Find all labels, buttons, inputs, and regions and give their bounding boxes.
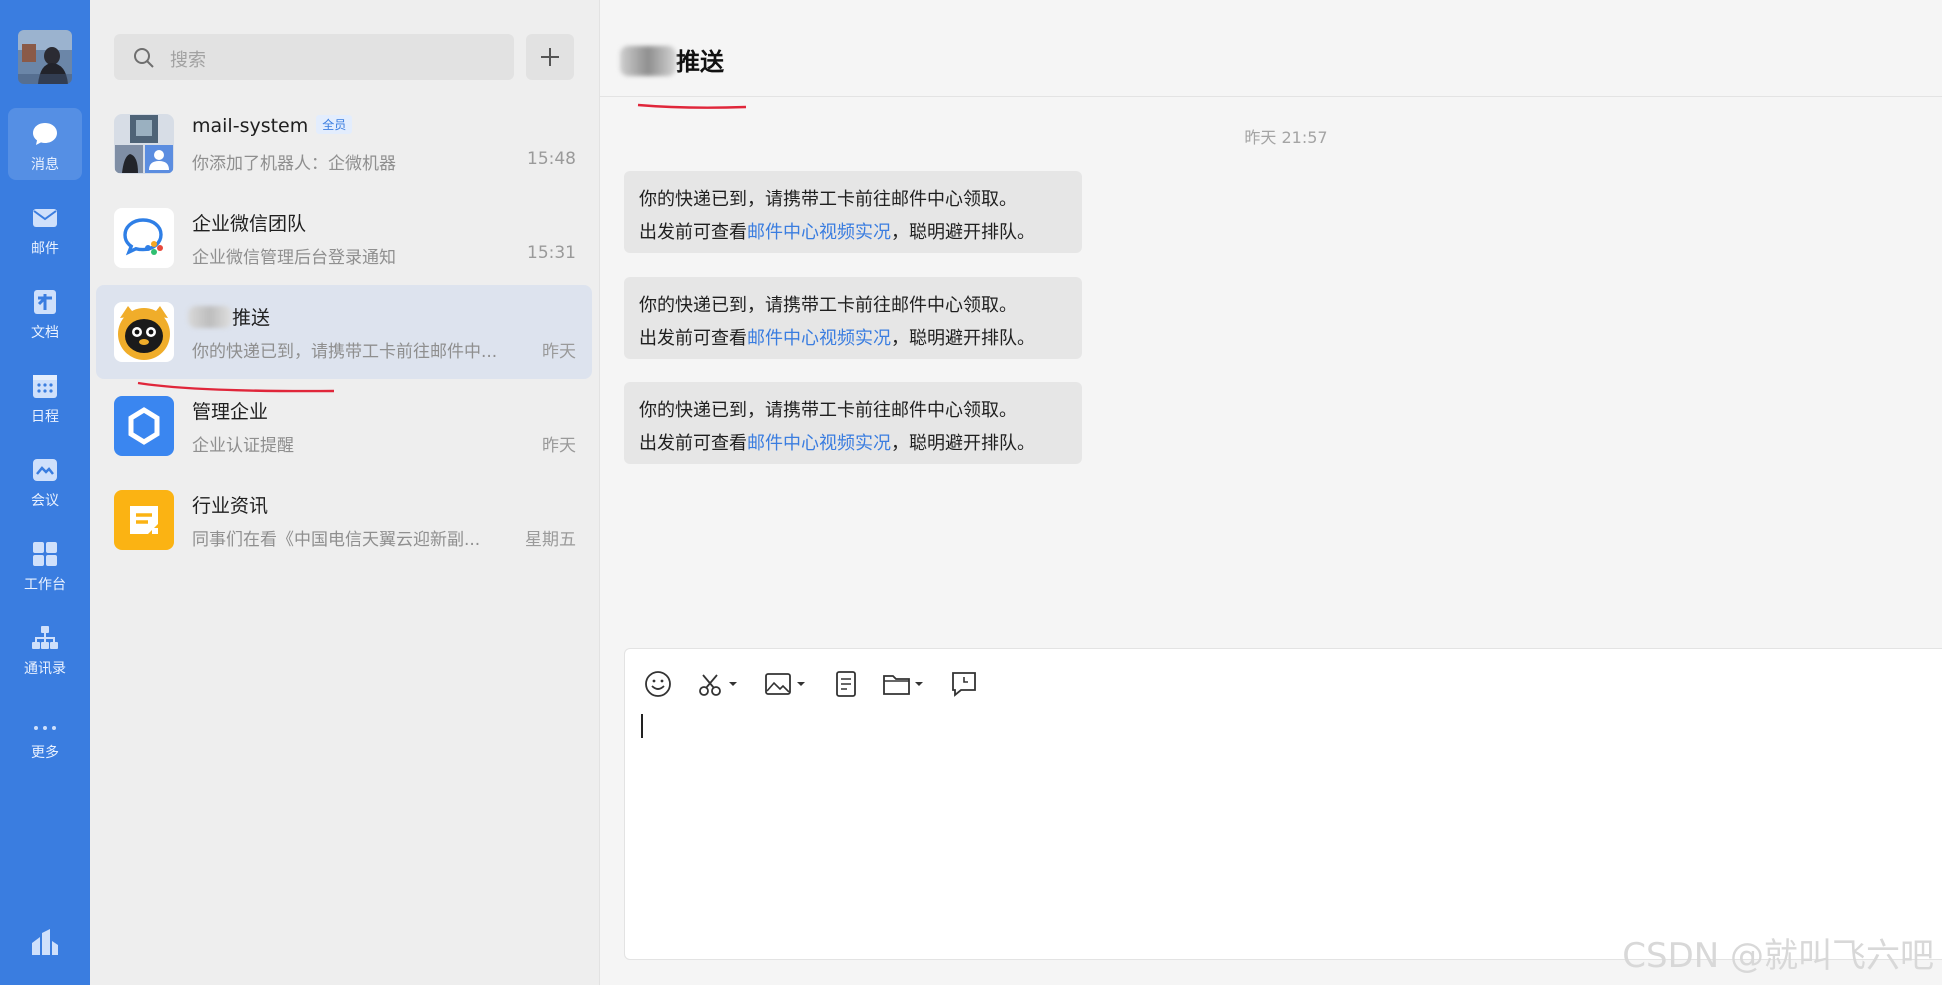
workbench-icon [33, 542, 57, 566]
conversation-item-selected[interactable]: 推送 你的快递已到，请携带工卡前往邮件中... 昨天 [96, 285, 592, 379]
search-icon [134, 48, 154, 68]
message-composer[interactable] [624, 648, 1942, 960]
nav-item-mail[interactable]: 邮件 [8, 192, 82, 264]
message-text: 你的快递已到，请携带工卡前往邮件中心领取。 [639, 400, 1017, 421]
more-icon [34, 726, 56, 730]
member-badge: 全员 [316, 115, 353, 134]
note-button[interactable] [831, 669, 861, 699]
message-bubble: 你的快递已到，请携带工卡前往邮件中心领取。 出发前可查看邮件中心视频实况，聪明避… [624, 171, 1082, 253]
watermark: CSDN @就叫飞六吧 [1622, 936, 1934, 976]
wecom-team-avatar [114, 208, 174, 268]
nav-label: 工作台 [24, 577, 66, 593]
message-text: 出发前可查看邮件中心视频实况，聪明避开排队。 [639, 328, 1035, 349]
conversation-time: 昨天 [542, 436, 576, 456]
nav-item-more[interactable]: 更多 [8, 696, 82, 768]
message-timestamp: 昨天 21:57 [1244, 128, 1328, 147]
chat-title: 推送 [620, 42, 724, 77]
contacts-icon [32, 626, 58, 649]
conversation-preview: 你添加了机器人：企微机器 [192, 154, 396, 174]
annotation-underline [637, 103, 747, 109]
message-text: 出发前可查看邮件中心视频实况，聪明避开排队。 [639, 222, 1035, 243]
folder-icon [883, 675, 923, 695]
meeting-icon [33, 459, 57, 481]
conversation-name: 推送 [188, 303, 270, 330]
chat-header: 推送 [600, 0, 1942, 109]
bot-avatar [114, 302, 174, 362]
video-link[interactable]: 邮件中心视频实况 [747, 222, 891, 243]
add-button[interactable] [526, 34, 574, 80]
calendar-icon [33, 375, 57, 398]
text-cursor [641, 714, 643, 738]
nav-item-messages[interactable]: 消息 [8, 108, 82, 180]
nav-rail: 消息 邮件 文档 日程 会议 工作台 通讯录 更多 [0, 0, 90, 985]
conversation-time: 15:48 [527, 149, 576, 169]
redacted-name [620, 46, 676, 76]
emoji-icon [645, 671, 671, 697]
group-avatar [114, 114, 174, 174]
message-icon [33, 123, 57, 145]
conversation-name: 企业微信团队 [192, 213, 307, 235]
emoji-button[interactable] [643, 669, 673, 699]
conversation-preview: 企业微信管理后台登录通知 [192, 248, 396, 268]
chat-pane: 推送 昨天 21:57 你的快递已到，请携带工卡前往邮件中心领取。 出发前可查看… [600, 0, 1942, 985]
nav-item-docs[interactable]: 文档 [8, 276, 82, 348]
conversation-preview: 你的快递已到，请携带工卡前往邮件中... [192, 342, 498, 362]
schedule-message-button[interactable] [949, 669, 979, 699]
app-logo-icon[interactable] [28, 925, 62, 959]
conversation-preview: 同事们在看《中国电信天翼云迎新副... [192, 530, 481, 550]
nav-label: 邮件 [31, 241, 59, 257]
conversation-name: 管理企业 [192, 401, 269, 423]
conversation-name: 行业资讯 [192, 495, 269, 517]
conversation-list: 搜索 mail-system 全员 你添加了机器人：企微机器 15:48 企业微… [90, 0, 600, 985]
screenshot-button[interactable] [695, 669, 739, 699]
nav-item-workbench[interactable]: 工作台 [8, 528, 82, 600]
video-link[interactable]: 邮件中心视频实况 [747, 433, 891, 454]
conversation-name: mail-system 全员 [192, 115, 353, 137]
nav-label: 会议 [31, 493, 59, 509]
conversation-item[interactable]: 企业微信团队 企业微信管理后台登录通知 15:31 [96, 191, 592, 285]
nav-item-calendar[interactable]: 日程 [8, 360, 82, 432]
image-button[interactable] [763, 669, 807, 699]
conversation-item[interactable]: mail-system 全员 你添加了机器人：企微机器 15:48 [96, 97, 592, 191]
conversation-item[interactable]: 行业资讯 同事们在看《中国电信天翼云迎新副... 星期五 [96, 473, 592, 567]
user-avatar[interactable] [18, 30, 72, 84]
nav-label: 文档 [31, 325, 59, 341]
conversation-time: 昨天 [542, 342, 576, 362]
message-text: 你的快递已到，请携带工卡前往邮件中心领取。 [639, 295, 1017, 316]
document-icon [34, 290, 56, 314]
message-bubble: 你的快递已到，请携带工卡前往邮件中心领取。 出发前可查看邮件中心视频实况，聪明避… [624, 382, 1082, 464]
industry-news-avatar [114, 490, 174, 550]
note-icon [836, 671, 856, 697]
screenshot-icon [699, 674, 737, 696]
conversation-item[interactable]: 管理企业 企业认证提醒 昨天 [96, 379, 592, 473]
conversation-preview: 企业认证提醒 [192, 436, 294, 456]
redacted-name [188, 306, 232, 328]
manage-enterprise-avatar [114, 396, 174, 456]
message-text: 出发前可查看邮件中心视频实况，聪明避开排队。 [639, 433, 1035, 454]
message-text: 你的快递已到，请携带工卡前往邮件中心领取。 [639, 189, 1017, 210]
folder-button[interactable] [881, 669, 925, 699]
conversation-time: 星期五 [525, 530, 576, 550]
search-placeholder: 搜索 [170, 50, 206, 71]
nav-label: 通讯录 [24, 661, 66, 677]
nav-label: 消息 [31, 157, 59, 173]
search-input[interactable]: 搜索 [114, 34, 514, 80]
conversation-time: 15:31 [527, 243, 576, 263]
video-link[interactable]: 邮件中心视频实况 [747, 328, 891, 349]
plus-icon [541, 48, 559, 66]
nav-label: 日程 [31, 409, 59, 425]
nav-label: 更多 [31, 745, 59, 761]
nav-item-contacts[interactable]: 通讯录 [8, 612, 82, 684]
message-bubble: 你的快递已到，请携带工卡前往邮件中心领取。 出发前可查看邮件中心视频实况，聪明避… [624, 277, 1082, 359]
image-icon [765, 673, 805, 695]
schedule-message-icon [952, 672, 976, 697]
nav-item-meeting[interactable]: 会议 [8, 444, 82, 516]
mail-icon [33, 209, 57, 227]
